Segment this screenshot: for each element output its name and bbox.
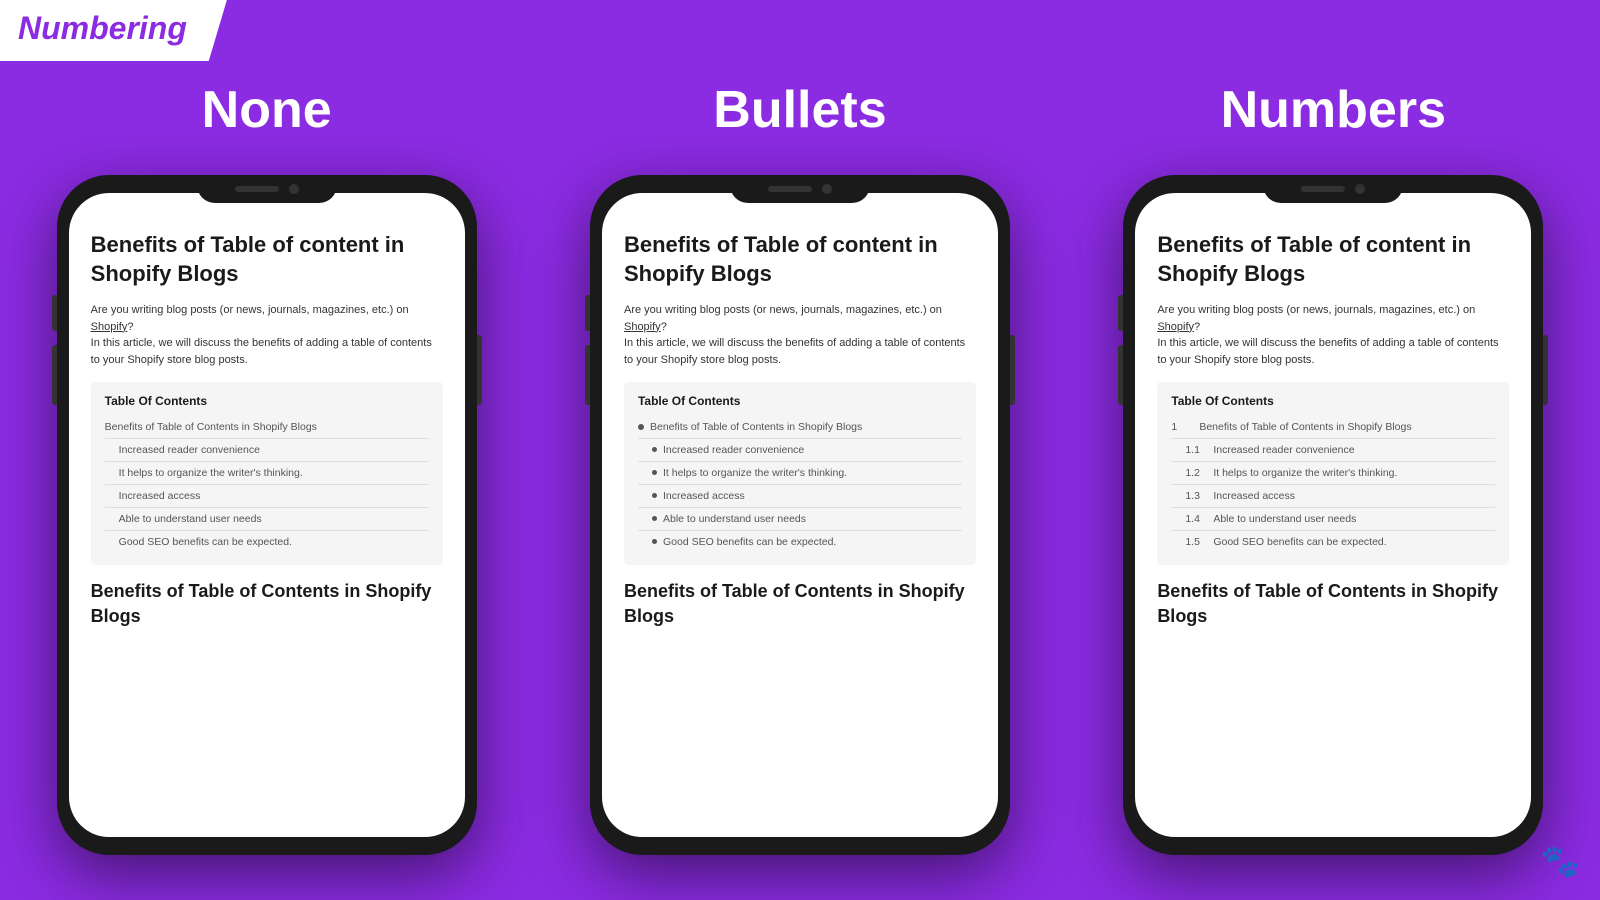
toc-label-none-3: Increased access <box>119 490 201 502</box>
bullet-icon-5 <box>652 539 657 544</box>
intro-none: Are you writing blog posts (or news, jou… <box>91 302 443 368</box>
toc-label-numbers-1: Increased reader convenience <box>1213 444 1354 456</box>
toc-item-none-3[interactable]: Increased access <box>105 485 429 508</box>
title-numbers: Benefits of Table of content in Shopify … <box>1157 231 1509 288</box>
toc-item-bullets-0[interactable]: Benefits of Table of Contents in Shopify… <box>638 416 962 439</box>
toc-num-4: 1.4 <box>1185 513 1207 525</box>
shopify-link-bullets[interactable]: Shopify <box>624 321 661 333</box>
vol-btn-none <box>52 345 57 405</box>
toc-item-numbers-1[interactable]: 1.1 Increased reader convenience <box>1171 439 1495 462</box>
toc-item-none-0[interactable]: Benefits of Table of Contents in Shopify… <box>105 416 429 439</box>
toc-label-numbers-4: Able to understand user needs <box>1213 513 1356 525</box>
title-none: Benefits of Table of content in Shopify … <box>91 231 443 288</box>
toc-box-none: Table Of Contents Benefits of Table of C… <box>91 382 443 565</box>
phone-numbers: Benefits of Table of content in Shopify … <box>1103 175 1563 855</box>
phone-frame-numbers: Benefits of Table of content in Shopify … <box>1123 175 1543 855</box>
header-label: Numbering <box>0 0 227 61</box>
notch-numbers <box>1263 175 1403 203</box>
toc-item-numbers-0[interactable]: 1 Benefits of Table of Contents in Shopi… <box>1171 416 1495 439</box>
toc-item-bullets-4[interactable]: Able to understand user needs <box>638 508 962 531</box>
toc-num-5: 1.5 <box>1185 536 1207 548</box>
toc-item-bullets-2[interactable]: It helps to organize the writer's thinki… <box>638 462 962 485</box>
toc-num-3: 1.3 <box>1185 490 1207 502</box>
title-bullets: Benefits of Table of content in Shopify … <box>624 231 976 288</box>
toc-item-bullets-1[interactable]: Increased reader convenience <box>638 439 962 462</box>
phones-row: Benefits of Table of content in Shopify … <box>0 175 1600 855</box>
col-heading-none: None <box>3 80 531 140</box>
speaker-numbers <box>1301 186 1345 192</box>
toc-label-bullets-1: Increased reader convenience <box>663 444 804 456</box>
shopify-link-none[interactable]: Shopify <box>91 321 128 333</box>
intro-bullets: Are you writing blog posts (or news, jou… <box>624 302 976 368</box>
toc-item-none-4[interactable]: Able to understand user needs <box>105 508 429 531</box>
camera-none <box>289 184 299 194</box>
toc-item-numbers-4[interactable]: 1.4 Able to understand user needs <box>1171 508 1495 531</box>
shopify-link-numbers[interactable]: Shopify <box>1157 321 1194 333</box>
bottom-title-bullets: Benefits of Table of Contents in Shopify… <box>624 579 976 629</box>
intro-numbers: Are you writing blog posts (or news, jou… <box>1157 302 1509 368</box>
speaker-none <box>235 186 279 192</box>
toc-num-2: 1.2 <box>1185 467 1207 479</box>
pwr-btn-bullets <box>1010 335 1015 405</box>
toc-item-bullets-3[interactable]: Increased access <box>638 485 962 508</box>
bullet-icon-1 <box>652 447 657 452</box>
toc-label-none-1: Increased reader convenience <box>119 444 260 456</box>
toc-label-bullets-0: Benefits of Table of Contents in Shopify… <box>650 421 862 433</box>
toc-label-none-5: Good SEO benefits can be expected. <box>119 536 292 548</box>
toc-num-0: 1 <box>1171 421 1193 433</box>
bottom-title-none: Benefits of Table of Contents in Shopify… <box>91 579 443 629</box>
bullet-icon-4 <box>652 516 657 521</box>
toc-label-numbers-2: It helps to organize the writer's thinki… <box>1213 467 1397 479</box>
toc-item-numbers-2[interactable]: 1.2 It helps to organize the writer's th… <box>1171 462 1495 485</box>
col-heading-numbers: Numbers <box>1069 80 1597 140</box>
header-title: Numbering <box>18 10 187 46</box>
bullet-icon-2 <box>652 470 657 475</box>
toc-label-numbers-0: Benefits of Table of Contents in Shopify… <box>1199 421 1411 433</box>
toc-num-1: 1.1 <box>1185 444 1207 456</box>
toc-label-numbers-3: Increased access <box>1213 490 1295 502</box>
toc-label-none-0: Benefits of Table of Contents in Shopify… <box>105 421 317 433</box>
toc-title-numbers: Table Of Contents <box>1171 394 1495 408</box>
toc-item-none-1[interactable]: Increased reader convenience <box>105 439 429 462</box>
toc-item-numbers-5[interactable]: 1.5 Good SEO benefits can be expected. <box>1171 531 1495 553</box>
paw-icon: 🐾 <box>1540 842 1580 880</box>
camera-numbers <box>1355 184 1365 194</box>
screen-none: Benefits of Table of content in Shopify … <box>69 193 465 837</box>
bullet-icon-3 <box>652 493 657 498</box>
toc-label-numbers-5: Good SEO benefits can be expected. <box>1213 536 1386 548</box>
toc-box-bullets: Table Of Contents Benefits of Table of C… <box>624 382 976 565</box>
toc-title-bullets: Table Of Contents <box>638 394 962 408</box>
bullet-icon-0 <box>638 424 644 430</box>
phone-frame-none: Benefits of Table of content in Shopify … <box>57 175 477 855</box>
screen-numbers: Benefits of Table of content in Shopify … <box>1135 193 1531 837</box>
camera-bullets <box>822 184 832 194</box>
speaker-bullets <box>768 186 812 192</box>
vol-btn-bullets <box>585 345 590 405</box>
toc-label-bullets-4: Able to understand user needs <box>663 513 806 525</box>
toc-label-bullets-5: Good SEO benefits can be expected. <box>663 536 836 548</box>
notch-bullets <box>730 175 870 203</box>
toc-item-numbers-3[interactable]: 1.3 Increased access <box>1171 485 1495 508</box>
phone-none: Benefits of Table of content in Shopify … <box>37 175 497 855</box>
toc-box-numbers: Table Of Contents 1 Benefits of Table of… <box>1157 382 1509 565</box>
columns-row: None Bullets Numbers <box>0 80 1600 140</box>
screen-bullets: Benefits of Table of content in Shopify … <box>602 193 998 837</box>
col-heading-bullets: Bullets <box>536 80 1064 140</box>
toc-item-none-5[interactable]: Good SEO benefits can be expected. <box>105 531 429 553</box>
phone-frame-bullets: Benefits of Table of content in Shopify … <box>590 175 1010 855</box>
phone-bullets: Benefits of Table of content in Shopify … <box>570 175 1030 855</box>
toc-label-bullets-2: It helps to organize the writer's thinki… <box>663 467 847 479</box>
notch-none <box>197 175 337 203</box>
toc-label-none-4: Able to understand user needs <box>119 513 262 525</box>
toc-item-bullets-5[interactable]: Good SEO benefits can be expected. <box>638 531 962 553</box>
vol-btn-numbers <box>1118 345 1123 405</box>
pwr-btn-numbers <box>1543 335 1548 405</box>
toc-item-none-2[interactable]: It helps to organize the writer's thinki… <box>105 462 429 485</box>
pwr-btn-none <box>477 335 482 405</box>
toc-label-bullets-3: Increased access <box>663 490 745 502</box>
toc-label-none-2: It helps to organize the writer's thinki… <box>119 467 303 479</box>
toc-title-none: Table Of Contents <box>105 394 429 408</box>
bottom-title-numbers: Benefits of Table of Contents in Shopify… <box>1157 579 1509 629</box>
